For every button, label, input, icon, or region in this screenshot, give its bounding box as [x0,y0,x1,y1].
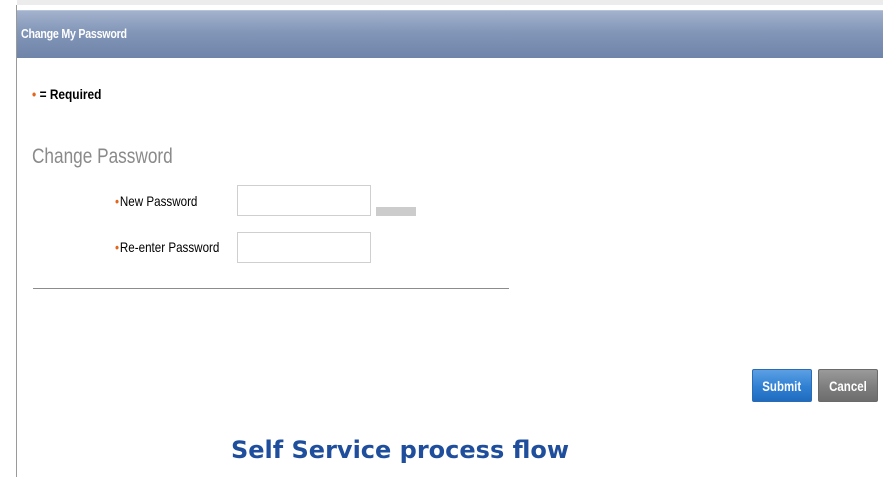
top-strip [17,0,883,5]
required-legend-text: = Required [39,86,102,102]
reenter-password-label-text: Re-enter Password [119,239,220,255]
form-divider [33,288,509,289]
reenter-password-input[interactable] [237,232,371,263]
new-password-label-text: New Password [119,193,198,209]
password-strength-meter [376,207,416,216]
required-bullet-icon: • [115,193,120,209]
page: Change My Password • = Required Change Pa… [0,0,883,477]
page-title: Change My Password [21,26,127,41]
caption: Self Service process flow [230,436,570,464]
required-bullet-icon: • [32,86,37,102]
header-bar: Change My Password [17,10,883,58]
cancel-button[interactable]: Cancel [818,369,878,402]
reenter-password-label: •Re-enter Password [115,239,219,255]
required-bullet-icon: • [115,239,120,255]
new-password-input[interactable] [237,185,371,216]
new-password-label: •New Password [115,193,197,209]
cancel-button-label: Cancel [829,378,867,394]
submit-button-label: Submit [762,378,802,394]
section-title: Change Password [32,145,173,168]
required-legend: • = Required [32,86,101,102]
left-border [16,5,17,477]
submit-button[interactable]: Submit [752,369,812,402]
